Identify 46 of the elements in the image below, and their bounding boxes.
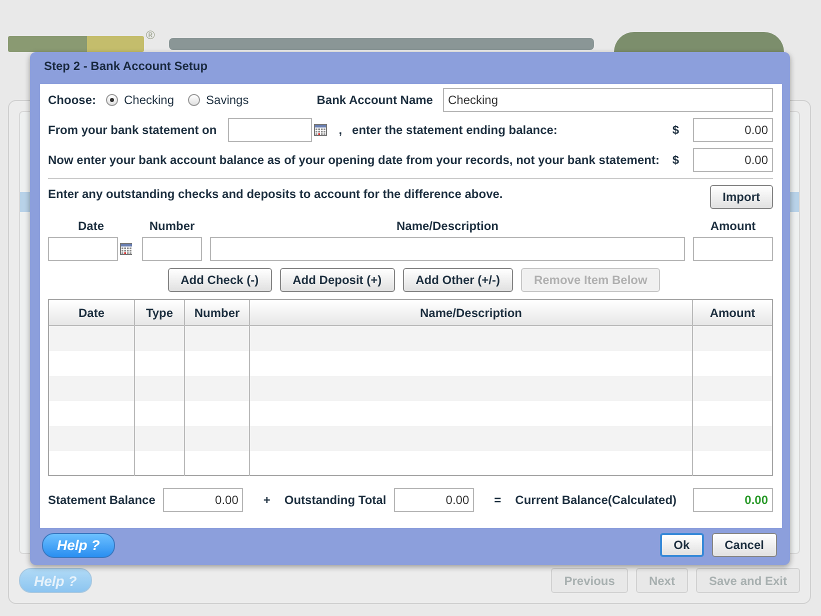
field-label: enter the statement ending balance:	[352, 123, 558, 137]
account-name-field[interactable]: Checking	[442, 88, 773, 112]
column-header[interactable]: Name/Description	[250, 300, 693, 325]
currency-label: $	[672, 123, 679, 137]
import-button[interactable]: Import	[710, 185, 773, 209]
amount-field[interactable]	[693, 237, 773, 261]
dialog-button[interactable]: Ok	[660, 533, 704, 557]
plus-sign: +	[263, 493, 270, 507]
calculated-field[interactable]: 0.00	[693, 488, 773, 512]
column-header[interactable]: Amount	[693, 300, 772, 325]
field-label: Bank Account Name	[316, 93, 433, 107]
column-label: Name/Description	[395, 219, 500, 233]
balance-field[interactable]: 0.00	[693, 118, 773, 142]
column-label: Date	[76, 219, 105, 233]
instruction-text: Enter any outstanding checks and deposits to account for the difference above.	[48, 187, 503, 201]
choose-label: Choose:	[48, 93, 96, 107]
registered-mark: ®	[146, 28, 155, 42]
date-field[interactable]	[48, 237, 118, 261]
column-header[interactable]: Date	[49, 300, 135, 325]
dialog-button[interactable]: Cancel	[712, 533, 777, 557]
calendar-icon[interactable]	[120, 243, 132, 255]
instruction-text: Now enter your bank account balance as of your opening date from your records, not your bank statement:	[48, 153, 660, 167]
balance-field[interactable]: 0.00	[163, 488, 244, 512]
currency-label: $	[672, 153, 679, 167]
radio-button[interactable]: Savings	[188, 93, 249, 107]
field-label: From your bank statement on	[48, 123, 217, 137]
field-label: Current Balance(Calculated)	[515, 493, 677, 507]
description-field[interactable]	[210, 237, 685, 261]
number-field[interactable]	[142, 237, 202, 261]
calendar-icon[interactable]	[314, 124, 327, 136]
column-header[interactable]: Type	[135, 300, 185, 325]
dialog-title: Step 2 - Bank Account Setup	[43, 58, 209, 75]
action-button[interactable]: Add Check (-)	[168, 268, 272, 292]
action-button[interactable]: Add Deposit (+)	[280, 268, 395, 292]
radio-button[interactable]: Checking	[106, 93, 174, 107]
separator-text: ,	[338, 123, 342, 137]
total-field[interactable]: 0.00	[394, 488, 474, 512]
field-label: Statement Balance	[48, 493, 156, 507]
action-button[interactable]: Add Other (+/-)	[402, 268, 513, 292]
column-label: Number	[148, 219, 196, 233]
date-field[interactable]	[228, 118, 312, 142]
column-label: Amount	[709, 219, 757, 233]
balance-field[interactable]: 0.00	[693, 148, 773, 172]
column-header[interactable]: Number	[185, 300, 250, 325]
field-label: Outstanding Total	[284, 493, 386, 507]
equals-sign: =	[494, 493, 502, 507]
